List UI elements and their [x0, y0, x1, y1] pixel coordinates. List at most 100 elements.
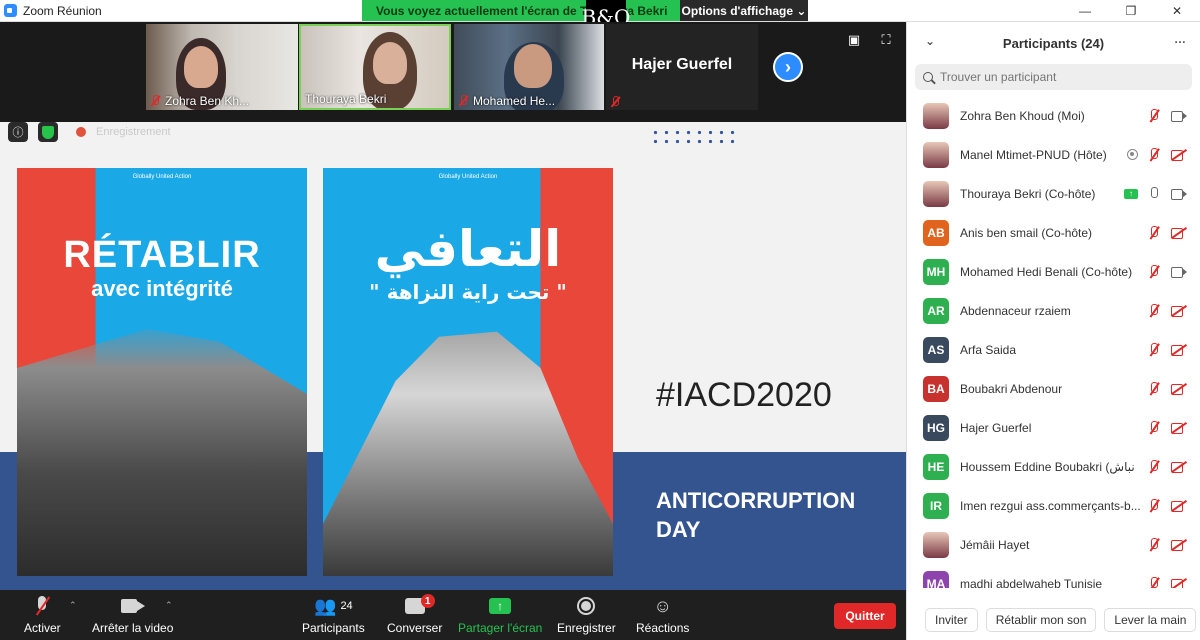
participant-search[interactable]	[915, 64, 1192, 90]
participant-row[interactable]: HE Houssem Eddine Boubakri (نباش	[907, 447, 1200, 486]
search-input[interactable]	[940, 70, 1180, 84]
sharing-notice: Vous voyez actuellement l'écran de Thour…	[362, 0, 680, 21]
panel-title: Participants (24)	[1002, 35, 1105, 51]
participant-status-icons	[1148, 459, 1187, 474]
mic-muted-icon	[1148, 498, 1161, 513]
panel-footer: Inviter Rétablir mon son Lever la main	[907, 600, 1200, 640]
poster-headline: RÉTABLIR	[63, 234, 261, 276]
tile-name: Thouraya Bekri	[305, 92, 387, 106]
participant-name: Abdennaceur rzaiem	[960, 303, 1071, 318]
tile-big-name: Hajer Guerfel	[631, 56, 733, 73]
video-tile-no-video[interactable]: Hajer Guerfel	[606, 24, 758, 110]
participant-row[interactable]: MH Mohamed Hedi Benali (Co-hôte)	[907, 252, 1200, 291]
panel-header: ⌄ Participants (24) …	[907, 22, 1200, 64]
avatar	[923, 102, 949, 129]
participant-name: Zohra Ben Khoud (Moi)	[960, 108, 1085, 123]
poster-arabic: Globally United Action التعافي " تحت راي…	[323, 168, 613, 576]
participant-status-icons	[1148, 576, 1187, 589]
leave-meeting-button[interactable]: Quitter	[834, 603, 896, 629]
raise-hand-button[interactable]: Lever la main	[1104, 608, 1197, 632]
video-camera-icon	[1171, 110, 1187, 122]
info-icon[interactable]: ⓘ	[8, 122, 28, 142]
chat-label: Converser	[387, 621, 443, 635]
participant-row[interactable]: Jémâii Hayet	[907, 525, 1200, 564]
avatar: IR	[923, 492, 949, 519]
participant-name: Jémâii Hayet	[960, 537, 1030, 552]
participant-row[interactable]: Zohra Ben Khoud (Moi)	[907, 96, 1200, 135]
restore-icon[interactable]: ❐	[1108, 0, 1154, 22]
chevron-down-icon[interactable]: ⌄	[925, 34, 935, 48]
participant-row[interactable]: Manel Mtimet-PNUD (Hôte)	[907, 135, 1200, 174]
video-off-icon	[1171, 149, 1187, 161]
mic-muted-icon	[35, 596, 49, 616]
participant-face	[514, 44, 552, 88]
tile-name-tag: Zohra Ben Kh...	[150, 94, 249, 108]
fullscreen-icon[interactable]: ⛶	[878, 32, 894, 48]
avatar: HG	[923, 414, 949, 441]
participant-row[interactable]: AB Anis ben smail (Co-hôte)	[907, 213, 1200, 252]
participant-row[interactable]: MA madhi abdelwaheb Tunisie	[907, 564, 1200, 588]
next-page-button[interactable]: ›	[773, 52, 803, 82]
participant-row[interactable]: IR Imen rezgui ass.commerçants-b...	[907, 486, 1200, 525]
security-shield-icon[interactable]	[38, 122, 58, 142]
mic-muted-icon	[1148, 225, 1161, 240]
avatar: MA	[923, 570, 949, 588]
invite-button[interactable]: Inviter	[925, 608, 978, 632]
participant-name: Manel Mtimet-PNUD (Hôte)	[960, 147, 1107, 162]
more-options-icon[interactable]: …	[1174, 32, 1186, 46]
video-options-caret-icon[interactable]: ⌃	[165, 600, 173, 611]
participant-status-icons	[1148, 420, 1187, 435]
video-tile[interactable]: Mohamed He...	[454, 24, 604, 110]
participant-status-icons	[1127, 147, 1187, 162]
avatar	[923, 141, 949, 168]
poster-subheadline: " تحت راية النزاهة "	[369, 280, 567, 304]
poster-headline: التعافي	[374, 220, 562, 278]
video-off-icon	[1171, 305, 1187, 317]
participant-name: Imen rezgui ass.commerçants-b...	[960, 498, 1141, 513]
poster-retablir: Globally United Action RÉTABLIR avec int…	[17, 168, 307, 576]
audio-options-caret-icon[interactable]: ⌃	[69, 600, 77, 611]
participant-row[interactable]: BA Boubakri Abdenour	[907, 369, 1200, 408]
participant-row[interactable]: HG Hajer Guerfel	[907, 408, 1200, 447]
screen-share-icon: ↑	[1124, 188, 1138, 199]
record-icon	[577, 597, 596, 615]
video-camera-icon	[1171, 188, 1187, 200]
video-tile[interactable]: Zohra Ben Kh...	[146, 24, 298, 110]
share-screen-button[interactable]: ↑ Partager l'écran	[458, 594, 542, 635]
unmute-button[interactable]: Activer	[24, 594, 61, 635]
participant-status-icons	[1148, 498, 1187, 513]
participant-row[interactable]: AS Arfa Saida	[907, 330, 1200, 369]
meeting-status-icons: ⓘ Enregistrement	[8, 122, 171, 142]
gallery-layout-icon[interactable]: ▣	[846, 32, 862, 48]
avatar: BA	[923, 375, 949, 402]
mic-muted-icon	[1148, 576, 1161, 589]
anticorruption-day-text: ANTICORRUPTION DAY	[656, 488, 856, 542]
participant-name: Hajer Guerfel	[960, 420, 1032, 435]
participants-panel: ⌄ Participants (24) … Zohra Ben Khoud (M…	[906, 22, 1200, 640]
participants-button[interactable]: 👥 24 Participants	[302, 594, 365, 636]
poster-subheadline: avec intégrité	[91, 276, 233, 301]
participant-row[interactable]: Thouraya Bekri (Co-hôte) ↑	[907, 174, 1200, 213]
chat-button[interactable]: 1 Converser	[387, 594, 442, 635]
participant-status-icons	[1148, 225, 1187, 240]
recording-dot-icon	[76, 127, 86, 137]
participant-face	[184, 46, 218, 88]
participant-status-icons	[1148, 381, 1187, 396]
tile-name-tag	[610, 96, 625, 108]
minimize-icon[interactable]: —	[1062, 0, 1108, 22]
camera-icon	[120, 599, 145, 613]
stop-video-label: Arrêter la video	[92, 621, 174, 635]
chat-badge: 1	[420, 594, 435, 608]
participant-row[interactable]: AR Abdennaceur rzaiem	[907, 291, 1200, 330]
reactions-button[interactable]: ☺ Réactions	[636, 594, 689, 636]
unmute-me-button[interactable]: Rétablir mon son	[985, 608, 1097, 632]
tile-name: Mohamed He...	[473, 94, 556, 108]
mic-muted-icon	[1148, 537, 1161, 552]
unmute-label: Activer	[24, 621, 61, 635]
participant-status-icons	[1148, 264, 1187, 279]
view-options-button[interactable]: Options d'affichage ⌄	[680, 0, 808, 21]
video-tile-active-speaker[interactable]: Thouraya Bekri	[299, 24, 451, 110]
close-icon[interactable]: ✕	[1154, 0, 1200, 22]
stop-video-button[interactable]: Arrêter la video	[92, 594, 173, 635]
record-button[interactable]: Enregistrer	[557, 594, 616, 635]
